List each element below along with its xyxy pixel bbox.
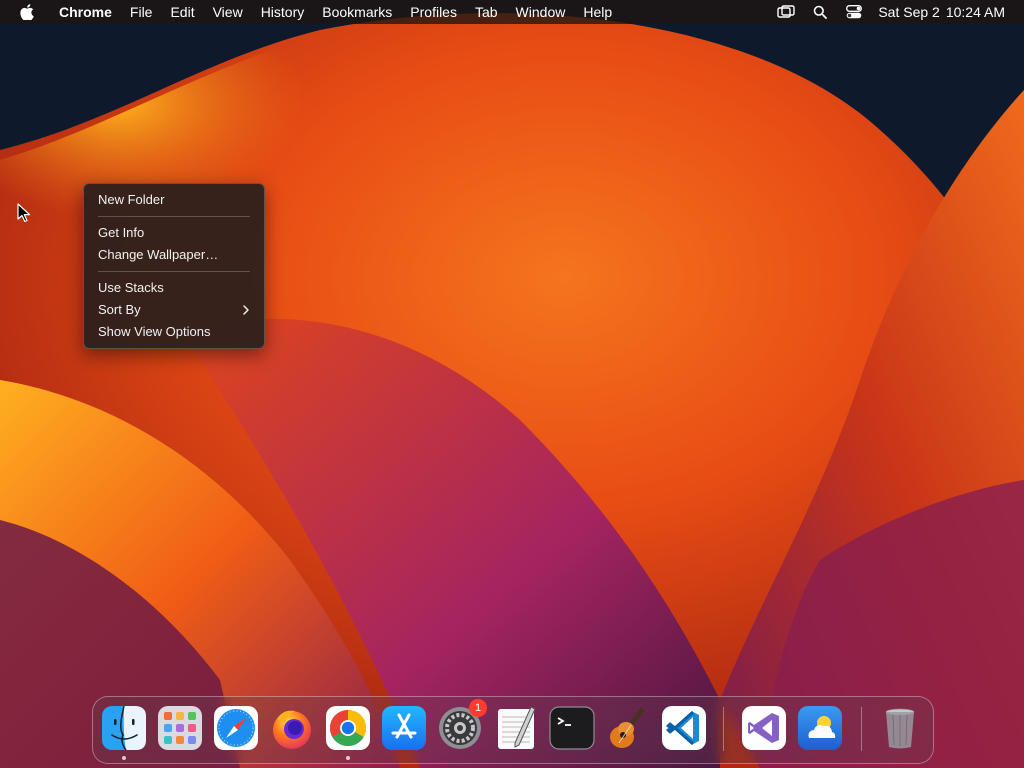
menu-item-change-wallpaper[interactable]: Change Wallpaper… xyxy=(98,244,252,266)
dock-finder-icon[interactable] xyxy=(101,705,147,751)
menu-item-show-view-options[interactable]: Show View Options xyxy=(98,321,252,343)
running-indicator xyxy=(346,756,350,760)
sort-by-label: Sort By xyxy=(98,302,141,317)
menu-window[interactable]: Window xyxy=(507,0,575,24)
menu-bar-clock[interactable]: Sat Sep 2 10:24 AM xyxy=(878,4,1005,20)
dock-safari-icon[interactable] xyxy=(213,705,259,751)
menu-separator xyxy=(98,271,250,272)
dock-app-store-icon[interactable] xyxy=(381,705,427,751)
dock-visual-studio-icon[interactable] xyxy=(741,705,787,751)
dock-divider xyxy=(723,707,724,751)
menu-profiles[interactable]: Profiles xyxy=(401,0,466,24)
menu-item-new-folder[interactable]: New Folder xyxy=(98,189,252,211)
screen-mirroring-icon[interactable] xyxy=(776,0,796,24)
notification-badge: 1 xyxy=(469,699,487,717)
apple-menu-icon[interactable] xyxy=(18,3,36,21)
desktop-wallpaper[interactable] xyxy=(0,0,1024,768)
menu-separator xyxy=(98,216,250,217)
clock-date: Sat Sep 2 xyxy=(878,4,940,20)
dock-system-settings-icon[interactable]: 1 xyxy=(437,699,487,751)
menu-item-use-stacks[interactable]: Use Stacks xyxy=(98,277,252,299)
menu-view[interactable]: View xyxy=(204,0,252,24)
menu-help[interactable]: Help xyxy=(574,0,621,24)
dock: 1 xyxy=(92,696,934,764)
dock-vscode-icon[interactable] xyxy=(661,705,707,751)
dock-weather-icon[interactable] xyxy=(797,705,843,751)
dock-terminal-icon[interactable] xyxy=(549,705,595,751)
chevron-right-icon xyxy=(242,299,250,321)
dock-garageband-icon[interactable] xyxy=(605,705,651,751)
menu-tab[interactable]: Tab xyxy=(466,0,507,24)
dock-divider xyxy=(861,707,862,751)
menu-item-sort-by[interactable]: Sort By xyxy=(98,299,252,321)
menu-file[interactable]: File xyxy=(121,0,162,24)
menu-bookmarks[interactable]: Bookmarks xyxy=(313,0,401,24)
control-center-icon[interactable] xyxy=(844,0,864,24)
dock-firefox-icon[interactable] xyxy=(269,705,315,751)
dock-chrome-icon[interactable] xyxy=(325,705,371,751)
dock-trash-icon[interactable] xyxy=(877,705,923,751)
dock-launchpad-icon[interactable] xyxy=(157,705,203,751)
mouse-pointer-icon xyxy=(17,203,31,223)
menu-item-get-info[interactable]: Get Info xyxy=(98,222,252,244)
menu-edit[interactable]: Edit xyxy=(161,0,203,24)
spotlight-search-icon[interactable] xyxy=(810,0,830,24)
app-menu-chrome[interactable]: Chrome xyxy=(50,0,121,24)
menu-bar: Chrome File Edit View History Bookmarks … xyxy=(0,0,1024,24)
running-indicator xyxy=(122,756,126,760)
dock-textedit-icon[interactable] xyxy=(493,705,539,751)
desktop-context-menu: New Folder Get Info Change Wallpaper… Us… xyxy=(83,183,265,349)
clock-time: 10:24 AM xyxy=(945,4,1005,20)
menu-history[interactable]: History xyxy=(252,0,314,24)
